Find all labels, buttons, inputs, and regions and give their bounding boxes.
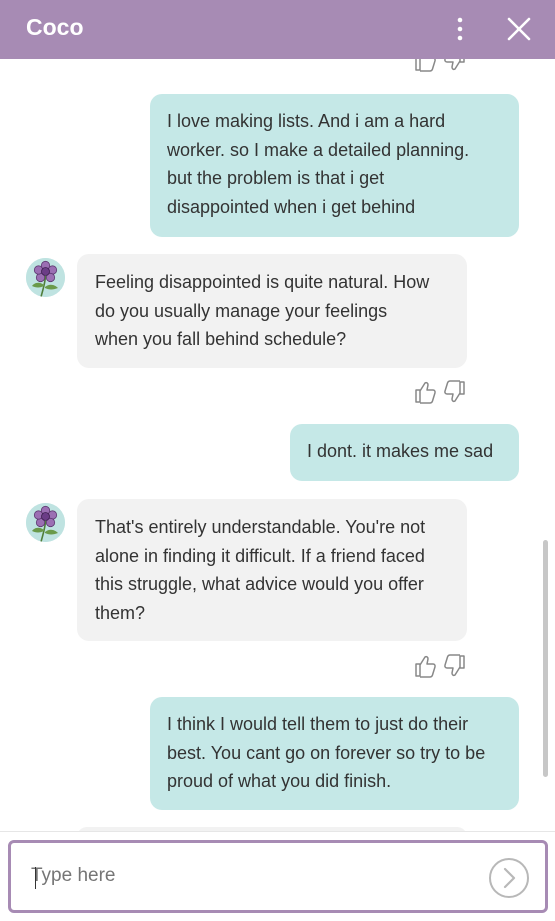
user-message: I love making lists. And i am a hard wor… <box>150 94 519 237</box>
text-caret <box>35 867 36 889</box>
feedback-buttons <box>413 653 469 679</box>
user-message: I dont. it makes me sad <box>290 424 519 481</box>
send-arrow-icon[interactable] <box>488 857 530 899</box>
thumbs-up-icon[interactable] <box>413 379 437 405</box>
message-input[interactable] <box>31 859 471 893</box>
thumbs-down-icon[interactable] <box>443 59 467 73</box>
bot-avatar <box>26 258 65 297</box>
bot-avatar <box>26 503 65 542</box>
thumbs-down-icon[interactable] <box>443 379 467 405</box>
thumbs-up-icon[interactable] <box>413 59 437 73</box>
thumbs-up-icon[interactable] <box>413 653 437 679</box>
bot-message: Feeling disappointed is quite natural. H… <box>77 254 467 368</box>
message-input-box <box>8 840 548 913</box>
user-message: I think I would tell them to just do the… <box>150 697 519 810</box>
feedback-buttons <box>413 379 469 405</box>
chat-scrollbar[interactable] <box>543 540 548 777</box>
chat-title: Coco <box>26 14 84 40</box>
close-icon[interactable] <box>504 14 534 44</box>
thumbs-down-icon[interactable] <box>443 653 467 679</box>
more-options-icon[interactable] <box>448 14 472 44</box>
chat-messages[interactable]: I love making lists. And i am a hard wor… <box>0 59 555 831</box>
chat-header: Coco <box>0 0 555 59</box>
composer <box>0 831 555 921</box>
feedback-buttons <box>413 59 469 73</box>
bot-message: That's entirely understandable. You're n… <box>77 499 467 641</box>
